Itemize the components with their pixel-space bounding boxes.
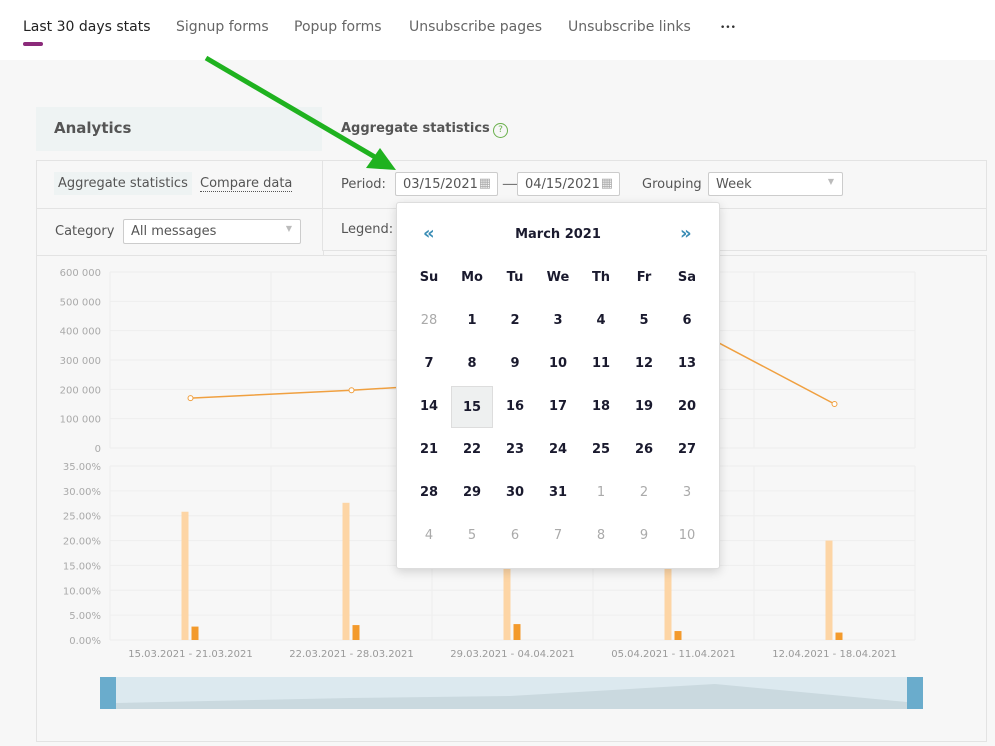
calendar-day[interactable]: 22	[451, 429, 493, 471]
calendar-day-selected[interactable]: 15	[451, 386, 493, 428]
calendar-day[interactable]: 18	[580, 386, 622, 428]
calendar-day[interactable]: 4	[408, 515, 450, 557]
datepicker-popup: « March 2021 » Su Mo Tu We Th Fr Sa 28 1 2 3 4 5 6 7 8 9…	[396, 202, 720, 569]
data-point	[348, 387, 355, 394]
calendar-day[interactable]: 21	[408, 429, 450, 471]
y-tick-label: 100 000	[60, 415, 101, 426]
calendar-day[interactable]: 13	[666, 343, 708, 385]
calendar-day[interactable]: 16	[494, 386, 536, 428]
calendar-day[interactable]: 25	[580, 429, 622, 471]
x-tick-label: 29.03.2021 - 04.04.2021	[450, 649, 574, 660]
calendar-day[interactable]: 10	[666, 515, 708, 557]
calendar-day[interactable]: 5	[451, 515, 493, 557]
calendar-day[interactable]: 2	[623, 472, 665, 514]
calendar-day[interactable]: 24	[537, 429, 579, 471]
y-tick-label: 15.00%	[63, 561, 101, 572]
y-tick-label: 10.00%	[63, 586, 101, 597]
calendar-day[interactable]: 20	[666, 386, 708, 428]
y-tick-label: 0.00%	[69, 636, 101, 647]
calendar-day[interactable]: 8	[451, 343, 493, 385]
calendar-day[interactable]: 9	[623, 515, 665, 557]
calendar-day[interactable]: 9	[494, 343, 536, 385]
y-tick-label: 600 000	[60, 268, 101, 279]
data-point	[187, 395, 194, 402]
calendar-day[interactable]: 1	[451, 300, 493, 342]
bar	[181, 511, 189, 640]
calendar-day[interactable]: 7	[408, 343, 450, 385]
y-tick-label: 500 000	[60, 297, 101, 308]
calendar-day[interactable]: 30	[494, 472, 536, 514]
calendar-day[interactable]: 6	[666, 300, 708, 342]
calendar-day[interactable]: 28	[408, 472, 450, 514]
calendar-day[interactable]: 6	[494, 515, 536, 557]
navigator-handle-left[interactable]	[100, 677, 116, 709]
x-tick-label: 22.03.2021 - 28.03.2021	[289, 649, 413, 660]
calendar-day[interactable]: 23	[494, 429, 536, 471]
x-tick-label: 15.03.2021 - 21.03.2021	[128, 649, 252, 660]
y-tick-label: 30.00%	[63, 487, 101, 498]
y-tick-label: 35.00%	[63, 462, 101, 473]
bar	[513, 624, 521, 640]
bar	[835, 632, 843, 640]
weekday-header: Sa	[677, 270, 697, 285]
calendar-day[interactable]: 11	[580, 343, 622, 385]
calendar-day[interactable]: 2	[494, 300, 536, 342]
bar	[342, 502, 350, 640]
bar	[674, 631, 682, 640]
next-month-button[interactable]: »	[680, 223, 692, 244]
calendar-day[interactable]: 8	[580, 515, 622, 557]
calendar-day[interactable]: 31	[537, 472, 579, 514]
calendar-day[interactable]: 3	[537, 300, 579, 342]
calendar-month-title[interactable]: March 2021	[397, 227, 719, 242]
calendar-day[interactable]: 4	[580, 300, 622, 342]
y-tick-label: 25.00%	[63, 512, 101, 523]
weekday-header: Fr	[636, 270, 652, 285]
calendar-day[interactable]: 28	[408, 300, 450, 342]
weekday-header: Tu	[506, 270, 524, 285]
calendar-day[interactable]: 1	[580, 472, 622, 514]
calendar-day[interactable]: 27	[666, 429, 708, 471]
calendar-day[interactable]: 5	[623, 300, 665, 342]
weekday-header: Mo	[461, 270, 483, 285]
calendar-day[interactable]: 14	[408, 386, 450, 428]
weekday-header: Th	[591, 270, 611, 285]
bar	[825, 540, 833, 640]
calendar-day[interactable]: 10	[537, 343, 579, 385]
calendar-day[interactable]: 26	[623, 429, 665, 471]
calendar-day[interactable]: 12	[623, 343, 665, 385]
y-tick-label: 0	[95, 444, 101, 455]
x-tick-label: 12.04.2021 - 18.04.2021	[772, 649, 896, 660]
calendar-day[interactable]: 19	[623, 386, 665, 428]
weekday-header: We	[546, 270, 570, 285]
y-tick-label: 200 000	[60, 385, 101, 396]
calendar-day[interactable]: 29	[451, 472, 493, 514]
bar	[191, 626, 199, 640]
y-tick-label: 300 000	[60, 356, 101, 367]
data-point	[831, 401, 838, 407]
y-tick-label: 400 000	[60, 327, 101, 338]
y-tick-label: 5.00%	[69, 611, 101, 622]
weekday-header: Su	[419, 270, 439, 285]
y-tick-label: 20.00%	[63, 537, 101, 548]
x-tick-label: 05.04.2021 - 11.04.2021	[611, 649, 735, 660]
calendar-day[interactable]: 17	[537, 386, 579, 428]
calendar-day[interactable]: 7	[537, 515, 579, 557]
calendar-day[interactable]: 3	[666, 472, 708, 514]
navigator-handle-right[interactable]	[907, 677, 923, 709]
bar	[352, 625, 360, 640]
